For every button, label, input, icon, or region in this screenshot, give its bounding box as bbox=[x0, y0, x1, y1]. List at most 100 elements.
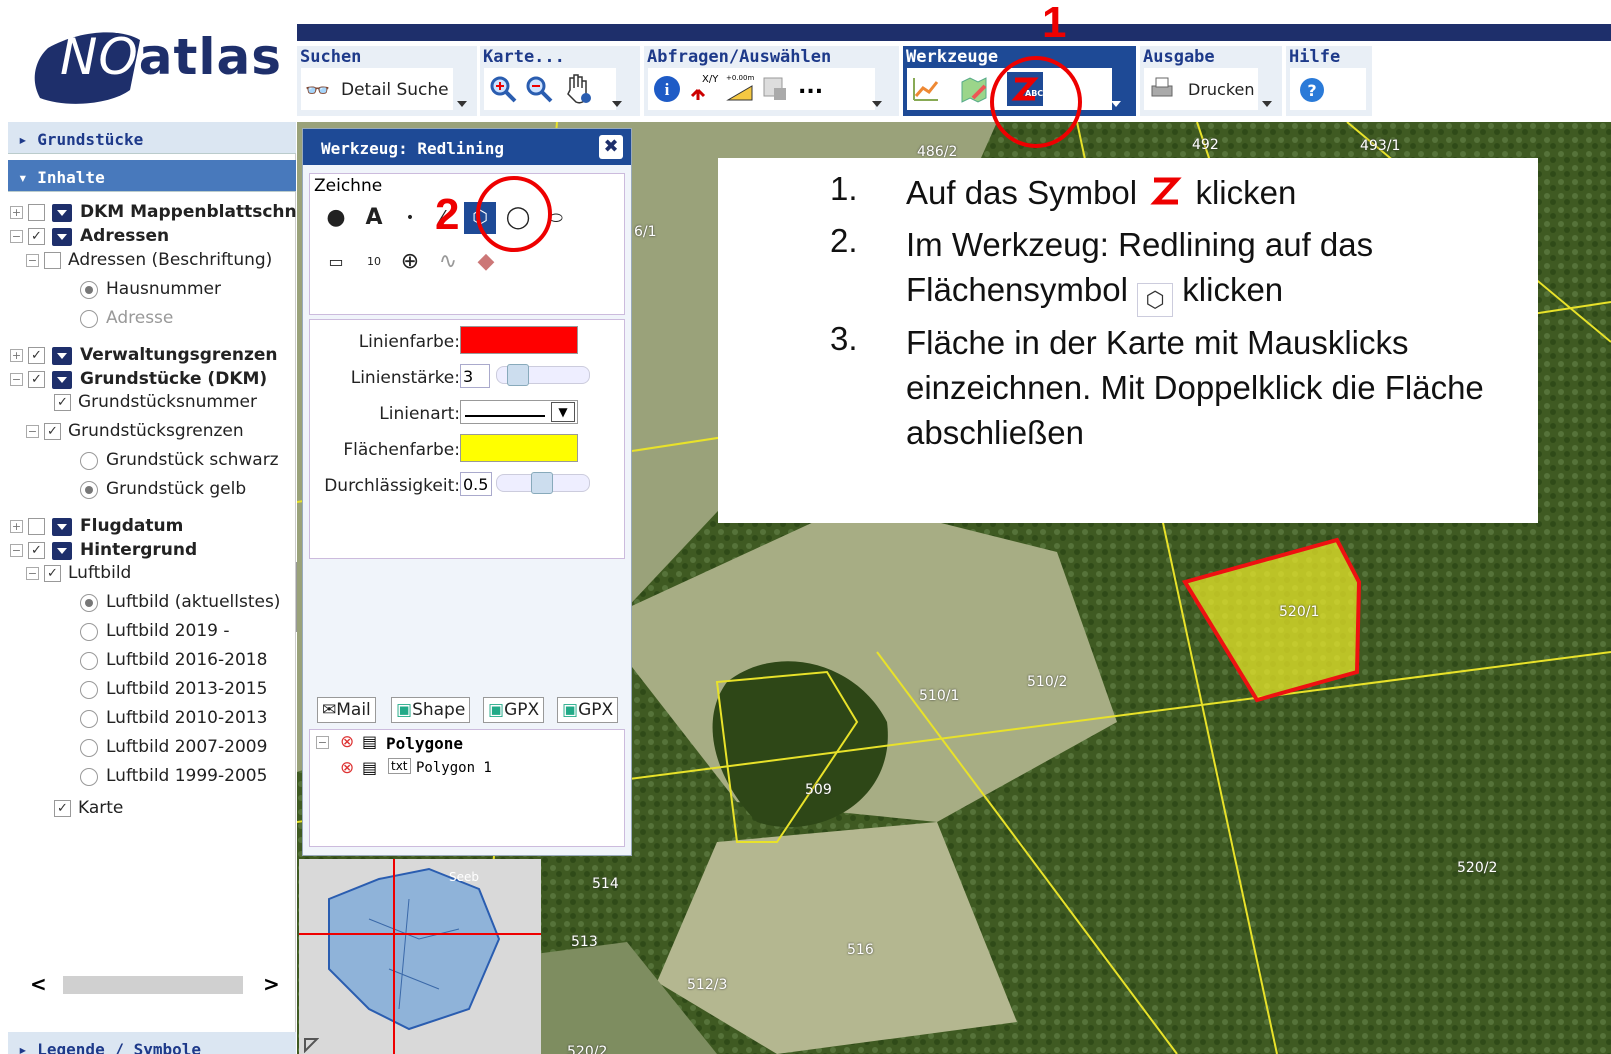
import-gpx-button[interactable]: ▣GPX bbox=[557, 697, 619, 723]
scroll-thumb[interactable] bbox=[63, 976, 243, 994]
section-inhalte[interactable]: ▾ Inhalte bbox=[8, 160, 296, 192]
drucken-button[interactable]: Drucken bbox=[1144, 68, 1258, 110]
layer-menu-icon[interactable] bbox=[52, 228, 72, 246]
chevron-down-icon[interactable]: ▼ bbox=[551, 402, 575, 422]
radio-button[interactable] bbox=[80, 652, 98, 670]
chevron-down-icon[interactable] bbox=[1262, 101, 1272, 107]
eraser-icon[interactable]: ◆ bbox=[470, 246, 502, 278]
layer-checkbox[interactable]: ✓ bbox=[28, 371, 45, 388]
layer-label[interactable]: Hintergrund bbox=[80, 540, 197, 560]
chart-icon[interactable] bbox=[911, 74, 941, 104]
more-icon[interactable]: ... bbox=[798, 74, 823, 99]
help-icon[interactable]: ? bbox=[1298, 76, 1326, 104]
layer-label[interactable]: Grundstücke (DKM) bbox=[80, 369, 267, 389]
flaechenfarbe-swatch[interactable] bbox=[460, 434, 578, 462]
layer-checkbox[interactable]: ✓ bbox=[44, 565, 61, 582]
info-icon[interactable]: i bbox=[652, 74, 682, 104]
durchlaessigkeit-input[interactable]: 0.5 bbox=[460, 472, 492, 496]
layer-label[interactable]: Luftbild (aktuellstes) bbox=[106, 592, 280, 612]
layer-label[interactable]: Luftbild 2010-2013 bbox=[106, 708, 267, 728]
layer-checkbox[interactable]: ✓ bbox=[28, 228, 45, 245]
export-mail-button[interactable]: ✉Mail bbox=[317, 697, 376, 723]
layer-checkbox[interactable] bbox=[28, 518, 45, 535]
layer-label[interactable]: Luftbild 2013-2015 bbox=[106, 679, 267, 699]
expand-toggle-icon[interactable]: − bbox=[10, 544, 23, 557]
linienfarbe-swatch[interactable] bbox=[460, 326, 578, 354]
layer-checkbox[interactable]: ✓ bbox=[54, 800, 71, 817]
radio-button[interactable] bbox=[80, 710, 98, 728]
linienart-select[interactable]: ▼ bbox=[460, 400, 578, 424]
radio-button[interactable] bbox=[80, 681, 98, 699]
layer-label[interactable]: Luftbild 2016-2018 bbox=[106, 650, 267, 670]
layer-label[interactable]: Luftbild bbox=[68, 563, 131, 583]
expand-toggle-icon[interactable]: − bbox=[10, 230, 23, 243]
dimension-icon[interactable]: 10 bbox=[358, 246, 390, 278]
expand-toggle-icon[interactable]: − bbox=[26, 567, 39, 580]
zoom-out-icon[interactable] bbox=[524, 74, 554, 104]
chevron-down-icon[interactable] bbox=[457, 101, 467, 107]
measure-icon[interactable]: +0.00m bbox=[724, 70, 756, 106]
layer-checkbox[interactable] bbox=[28, 204, 45, 221]
slider-handle[interactable] bbox=[507, 364, 529, 386]
xy-coordinate-icon[interactable]: X/Y bbox=[688, 70, 720, 106]
expand-toggle-icon[interactable]: − bbox=[26, 254, 39, 267]
scroll-left-arrow[interactable]: < bbox=[30, 972, 47, 996]
horizontal-scrollbar[interactable]: < > bbox=[18, 972, 288, 996]
layer-label[interactable]: Hausnummer bbox=[106, 279, 221, 299]
layer-label[interactable]: Adresse bbox=[106, 308, 173, 328]
export-gpx-button[interactable]: ▣GPX bbox=[483, 697, 545, 723]
layer-menu-icon[interactable] bbox=[52, 542, 72, 560]
layer-label[interactable]: Adressen (Beschriftung) bbox=[68, 250, 272, 270]
chevron-down-icon[interactable] bbox=[612, 101, 622, 107]
pin-icon[interactable]: ● bbox=[320, 202, 352, 234]
layer-checkbox[interactable]: ✓ bbox=[28, 542, 45, 559]
layer-checkbox[interactable] bbox=[44, 252, 61, 269]
layer-label[interactable]: Grundstück gelb bbox=[106, 479, 246, 499]
close-icon[interactable]: ✖ bbox=[599, 135, 623, 159]
chevron-down-icon[interactable] bbox=[1111, 101, 1121, 107]
target-icon[interactable]: ⊕ bbox=[394, 246, 426, 278]
pan-hand-icon[interactable] bbox=[562, 72, 594, 106]
slider-handle[interactable] bbox=[531, 472, 553, 494]
collapse-icon[interactable]: − bbox=[316, 736, 329, 749]
expand-toggle-icon[interactable]: − bbox=[10, 373, 23, 386]
section-grundstuecke[interactable]: ▸ Grundstücke bbox=[8, 122, 296, 154]
layer-checkbox[interactable]: ✓ bbox=[54, 394, 71, 411]
scroll-right-arrow[interactable]: > bbox=[263, 972, 280, 996]
expand-toggle-icon[interactable]: − bbox=[26, 425, 39, 438]
radio-button[interactable] bbox=[80, 739, 98, 757]
result-item-label[interactable]: Polygon 1 bbox=[416, 760, 492, 776]
layer-label[interactable]: Verwaltungsgrenzen bbox=[80, 345, 277, 365]
layer-checkbox[interactable]: ✓ bbox=[28, 347, 45, 364]
radio-button[interactable] bbox=[80, 768, 98, 786]
radio-button[interactable] bbox=[80, 281, 98, 299]
layer-menu-icon[interactable] bbox=[52, 518, 72, 536]
layer-label[interactable]: Luftbild 2019 - bbox=[106, 621, 230, 641]
section-legende[interactable]: ▸ Legende / Symbole bbox=[8, 1032, 296, 1054]
curve-icon[interactable]: ∿ bbox=[432, 246, 464, 278]
map-edit-icon[interactable] bbox=[959, 74, 989, 104]
layer-label[interactable]: Luftbild 1999-2005 bbox=[106, 766, 267, 786]
layer-label[interactable]: Luftbild 2007-2009 bbox=[106, 737, 267, 757]
collapse-overview-icon[interactable] bbox=[303, 1037, 319, 1053]
expand-toggle-icon[interactable]: + bbox=[10, 349, 23, 362]
layer-label[interactable]: Grundstücksgrenzen bbox=[68, 421, 244, 441]
text-icon[interactable]: A bbox=[358, 202, 390, 234]
radio-button[interactable] bbox=[80, 452, 98, 470]
layer-checkbox[interactable]: ✓ bbox=[44, 423, 61, 440]
layer-label[interactable]: Grundstücksnummer bbox=[78, 392, 257, 412]
radio-button[interactable] bbox=[80, 594, 98, 612]
expand-toggle-icon[interactable]: + bbox=[10, 206, 23, 219]
durchlaessigkeit-slider[interactable] bbox=[496, 472, 590, 494]
radio-button[interactable] bbox=[80, 623, 98, 641]
rectangle-icon[interactable]: ▭ bbox=[320, 246, 352, 278]
layer-menu-icon[interactable] bbox=[52, 371, 72, 389]
zoom-in-icon[interactable] bbox=[488, 74, 518, 104]
chevron-down-icon[interactable] bbox=[872, 101, 882, 107]
layer-menu-icon[interactable] bbox=[52, 347, 72, 365]
point-icon[interactable]: • bbox=[394, 202, 426, 234]
layer-label[interactable]: Grundstück schwarz bbox=[106, 450, 279, 470]
select-icon[interactable] bbox=[760, 74, 790, 104]
export-shape-button[interactable]: ▣Shape bbox=[391, 697, 471, 723]
layer-menu-icon[interactable] bbox=[52, 204, 72, 222]
